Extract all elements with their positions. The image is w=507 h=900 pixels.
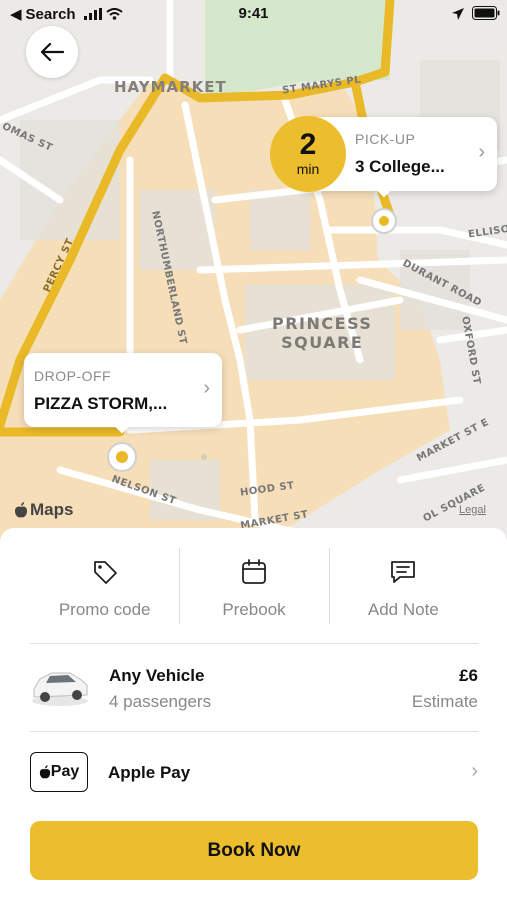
status-bar: ◀ Search 9:41 [0, 0, 507, 28]
book-now-button[interactable]: Book Now [30, 821, 478, 880]
chevron-right-icon: › [471, 760, 478, 782]
clock: 9:41 [238, 5, 269, 22]
fare-price: £6 [459, 666, 478, 685]
payment-method-label: Apple Pay [108, 763, 191, 782]
dropoff-address: PIZZA STORM,... [34, 394, 168, 413]
prebook-label: Prebook [222, 600, 286, 619]
dropoff-kind-label: DROP-OFF [34, 368, 112, 384]
vehicle-title: Any Vehicle [109, 666, 205, 685]
add-note-button[interactable]: Add Note [328, 548, 478, 624]
area-label-princess-square: PRINCESS SQUARE [272, 314, 373, 352]
promo-code-label: Promo code [58, 600, 151, 619]
chevron-right-icon: › [203, 377, 210, 399]
maps-brand-text: Maps [30, 500, 74, 519]
battery-icon [472, 6, 500, 20]
fare-estimate-label: Estimate [411, 692, 478, 711]
back-button[interactable] [26, 26, 78, 78]
promo-code-button[interactable]: Promo code [30, 548, 179, 624]
apple-maps-logo: Maps [14, 500, 73, 520]
street-label-haymarket: HAYMARKET [114, 78, 227, 96]
car-icon [32, 672, 88, 706]
quick-actions: Promo code Prebook Add Note [30, 548, 478, 624]
pickup-address: 3 College... [355, 157, 445, 176]
legal-link[interactable]: Legal [459, 504, 486, 516]
apple-pay-badge-text: Pay [50, 763, 80, 780]
divider [30, 643, 478, 644]
location-arrow-icon [452, 8, 464, 20]
vehicle-capacity: 4 passengers [109, 692, 212, 711]
arrow-left-icon [40, 42, 64, 62]
pickup-kind-label: PICK-UP [355, 131, 416, 147]
add-note-label: Add Note [367, 600, 439, 619]
dropoff-callout[interactable]: DROP-OFF PIZZA STORM,... › [24, 353, 222, 434]
divider [30, 731, 478, 732]
apple-logo-icon [15, 502, 27, 518]
chevron-right-icon: › [478, 141, 485, 163]
apple-pay-badge: Pay [30, 752, 88, 792]
eta-badge: 2 min [270, 116, 346, 192]
vehicle-selector[interactable]: Any Vehicle 4 passengers £6 Estimate [30, 656, 478, 716]
tag-icon [93, 561, 117, 584]
note-icon [391, 561, 416, 583]
eta-unit: min [296, 161, 320, 177]
payment-method-selector[interactable]: Pay Apple Pay › [30, 750, 478, 794]
eta-value: 2 [299, 128, 317, 161]
map-view[interactable]: HAYMARKET ST MARYS PL OMAS ST NORTHUMBER… [0, 0, 507, 560]
prebook-button[interactable]: Prebook [179, 548, 328, 624]
calendar-icon [242, 559, 266, 584]
apple-logo-icon [39, 765, 50, 779]
booking-sheet: Promo code Prebook Add Note Any Vehicle … [0, 528, 507, 900]
